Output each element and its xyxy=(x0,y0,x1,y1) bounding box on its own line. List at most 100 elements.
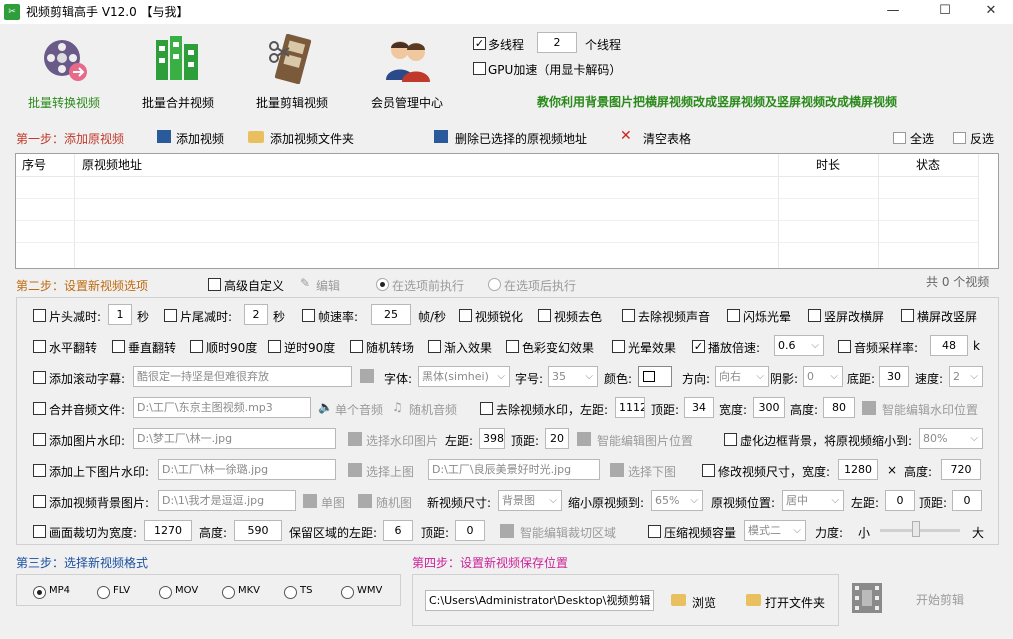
ccw90-checkbox[interactable] xyxy=(268,340,281,353)
bg-img-path-input[interactable]: D:\1\我才是逗逗.jpg xyxy=(158,490,296,511)
wm-height-input[interactable]: 80 xyxy=(823,397,855,418)
sample-rate-input[interactable]: 48 xyxy=(930,335,968,356)
scroll-sub-checkbox[interactable] xyxy=(33,371,46,384)
select-wm-button[interactable]: 选择水印图片 xyxy=(366,432,438,449)
wm-width-input[interactable]: 300 xyxy=(753,397,785,418)
select-up-button[interactable]: 选择上图 xyxy=(366,463,414,480)
scroll-speed-select[interactable]: 2 xyxy=(949,366,983,387)
v2h-checkbox[interactable] xyxy=(808,309,821,322)
clear-table-button[interactable]: 清空表格 xyxy=(643,130,691,147)
blur-border-checkbox[interactable] xyxy=(724,433,737,446)
img-wm-checkbox[interactable] xyxy=(33,433,46,446)
strength-slider-thumb[interactable] xyxy=(912,521,920,537)
position-select[interactable]: 居中 xyxy=(782,490,844,511)
new-size-select[interactable]: 背景图 xyxy=(498,490,562,511)
color-picker[interactable] xyxy=(638,366,672,387)
minimize-icon[interactable]: — xyxy=(878,3,908,18)
fade-in-checkbox[interactable] xyxy=(428,340,441,353)
merge-blocks-icon[interactable] xyxy=(152,34,204,84)
save-path-input[interactable]: C:\Users\Administrator\Desktop\视频剪辑 xyxy=(425,590,654,611)
format-mov-radio[interactable] xyxy=(159,586,172,599)
strength-slider-track[interactable] xyxy=(880,529,960,532)
add-folder-button[interactable]: 添加视频文件夹 xyxy=(270,130,354,147)
format-mp4-radio[interactable] xyxy=(33,586,46,599)
color-change-checkbox[interactable] xyxy=(506,340,519,353)
format-flv-radio[interactable] xyxy=(97,586,110,599)
merge-audio-checkbox[interactable] xyxy=(33,402,46,415)
font-select[interactable]: 黑体(simhei) xyxy=(418,366,510,387)
halo-checkbox[interactable] xyxy=(612,340,625,353)
single-img-button[interactable]: 单图 xyxy=(321,494,345,511)
tail-cut-input[interactable]: 2 xyxy=(244,304,268,325)
resize-height-input[interactable]: 720 xyxy=(941,459,981,480)
video-table[interactable]: 序号 原视频地址 时长 状态 xyxy=(15,153,999,269)
add-video-button[interactable]: 添加视频 xyxy=(176,130,224,147)
format-mkv-radio[interactable] xyxy=(222,586,235,599)
batch-merge-label[interactable]: 批量合并视频 xyxy=(142,94,214,111)
decolor-checkbox[interactable] xyxy=(538,309,551,322)
random-img-button[interactable]: 随机图 xyxy=(376,494,412,511)
crop-checkbox[interactable] xyxy=(33,525,46,538)
subtitle-edit-icon[interactable] xyxy=(360,369,374,383)
img-left-input[interactable]: 398 xyxy=(479,428,505,449)
up-image-input[interactable]: D:\工厂\林一徐璐.jpg xyxy=(158,459,336,480)
bg-top-input[interactable]: 0 xyxy=(952,490,982,511)
crop-width-input[interactable]: 1270 xyxy=(144,520,192,541)
member-center-label[interactable]: 会员管理中心 xyxy=(371,94,443,111)
h2v-checkbox[interactable] xyxy=(901,309,914,322)
browse-button[interactable]: 浏览 xyxy=(692,594,716,611)
vflip-checkbox[interactable] xyxy=(112,340,125,353)
open-folder-button[interactable]: 打开文件夹 xyxy=(765,594,825,611)
random-trans-checkbox[interactable] xyxy=(350,340,363,353)
resize-width-input[interactable]: 1280 xyxy=(838,459,878,480)
format-wmv-radio[interactable] xyxy=(341,586,354,599)
before-radio[interactable] xyxy=(376,278,389,291)
sample-rate-checkbox[interactable] xyxy=(838,340,851,353)
cw90-checkbox[interactable] xyxy=(190,340,203,353)
remove-audio-checkbox[interactable] xyxy=(622,309,635,322)
blur-select[interactable]: 80% xyxy=(919,428,983,449)
shadow-select[interactable]: 0 xyxy=(803,366,843,387)
after-radio[interactable] xyxy=(488,278,501,291)
promo-link[interactable]: 教你利用背景图片把横屏视频改成竖屏视频及竖屏视频改成横屏视频 xyxy=(537,93,897,110)
tail-cut-checkbox[interactable] xyxy=(164,309,177,322)
speed-checkbox[interactable] xyxy=(692,340,705,353)
shrink-select[interactable]: 65% xyxy=(651,490,703,511)
resize-checkbox[interactable] xyxy=(702,464,715,477)
thread-count-input[interactable]: 2 xyxy=(537,32,577,53)
gpu-checkbox[interactable] xyxy=(473,62,486,75)
audio-path-input[interactable]: D:\工厂\东京主图视频.mp3 xyxy=(133,397,311,418)
edit-button[interactable]: 编辑 xyxy=(316,277,340,294)
frame-rate-input[interactable]: 25 xyxy=(371,304,411,325)
remove-wm-checkbox[interactable] xyxy=(480,402,493,415)
maximize-icon[interactable]: ☐ xyxy=(930,3,960,18)
format-ts-radio[interactable] xyxy=(284,586,297,599)
multithread-checkbox[interactable] xyxy=(473,37,486,50)
smart-crop-button[interactable]: 智能编辑裁切区域 xyxy=(520,524,616,541)
crop-top-input[interactable]: 0 xyxy=(455,520,485,541)
flash-checkbox[interactable] xyxy=(727,309,740,322)
frame-rate-checkbox[interactable] xyxy=(302,309,315,322)
single-audio-button[interactable]: 单个音频 xyxy=(335,401,383,418)
select-all-button[interactable]: 全选 xyxy=(910,130,934,147)
keep-left-input[interactable]: 6 xyxy=(383,520,413,541)
invert-button[interactable]: 反选 xyxy=(970,130,994,147)
smart-wm-button[interactable]: 智能编辑水印位置 xyxy=(882,401,978,418)
bottom-input[interactable]: 30 xyxy=(879,366,909,387)
start-film-icon[interactable] xyxy=(851,582,883,614)
random-audio-button[interactable]: 随机音频 xyxy=(409,401,457,418)
batch-convert-label[interactable]: 批量转换视频 xyxy=(28,94,100,111)
direction-select[interactable]: 向右 xyxy=(715,366,769,387)
compress-checkbox[interactable] xyxy=(648,525,661,538)
smart-img-button[interactable]: 智能编辑图片位置 xyxy=(597,432,693,449)
users-icon[interactable] xyxy=(382,34,434,84)
bg-img-checkbox[interactable] xyxy=(33,495,46,508)
img-top-input[interactable]: 20 xyxy=(545,428,569,449)
film-strip-scissors-icon[interactable] xyxy=(266,34,318,84)
compress-mode-select[interactable]: 模式二 xyxy=(744,520,806,541)
start-edit-button[interactable]: 开始剪辑 xyxy=(916,591,964,608)
head-cut-input[interactable]: 1 xyxy=(108,304,132,325)
subtitle-input[interactable]: 酷很定一持坚是但难很弃放 xyxy=(133,366,352,387)
close-icon[interactable]: ✕ xyxy=(976,3,1006,18)
updown-wm-checkbox[interactable] xyxy=(33,464,46,477)
